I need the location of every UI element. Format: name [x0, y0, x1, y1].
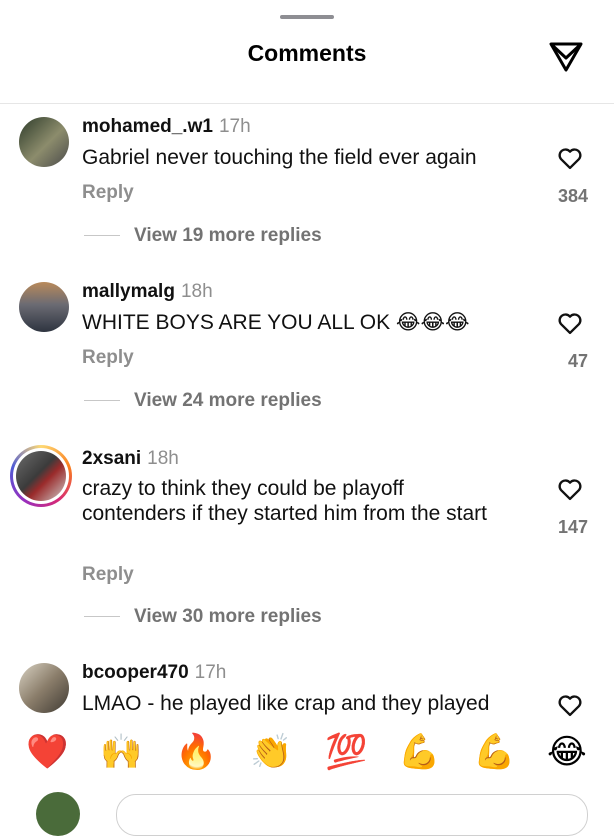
send-icon [549, 42, 583, 72]
comment-item: bcooper470 17h LMAO - he played like crap… [0, 658, 614, 718]
comment-time: 18h [180, 281, 213, 302]
username-text[interactable]: mallymalg [82, 281, 175, 302]
reply-button[interactable]: Reply [82, 347, 134, 369]
avatar[interactable] [19, 663, 69, 713]
hundred-points-emoji-icon[interactable]: 💯 [325, 732, 367, 772]
comment-text: Gabriel never touching the field ever ag… [82, 146, 477, 169]
heart-icon[interactable] [556, 144, 584, 172]
page-title: Comments [247, 40, 367, 66]
comment-text: WHITE BOYS ARE YOU ALL OK 😂😂😂 [82, 311, 470, 334]
like-count: 384 [557, 186, 588, 206]
comment-input[interactable] [116, 794, 588, 836]
avatar[interactable] [19, 282, 69, 332]
avatar-ring-gap [13, 448, 69, 504]
clapping-hands-emoji-icon[interactable]: 👏 [250, 732, 292, 772]
heart-icon[interactable] [556, 691, 584, 718]
view-more-replies[interactable]: View 19 more replies [84, 225, 322, 247]
comment-text: crazy to think they could be playoff con… [82, 477, 488, 525]
view-more-replies[interactable]: View 24 more replies [84, 390, 322, 412]
comment-text: LMAO - he played like crap and they play… [82, 692, 490, 715]
composer-avatar [36, 792, 80, 836]
avatar-with-story-ring[interactable] [10, 445, 72, 507]
view-more-replies-label[interactable]: View 19 more replies [134, 225, 322, 246]
like-count: 47 [567, 351, 588, 371]
view-more-replies-label[interactable]: View 24 more replies [134, 390, 322, 411]
drag-handle[interactable] [280, 15, 334, 19]
reply-thread-line [84, 235, 120, 237]
username-text[interactable]: bcooper470 [82, 662, 189, 683]
heart-icon[interactable] [556, 309, 584, 337]
avatar [16, 451, 66, 501]
flexed-biceps-emoji-icon[interactable]: 💪 [398, 732, 440, 772]
reply-thread-line [84, 616, 120, 618]
heart-icon[interactable] [556, 475, 584, 503]
flexed-biceps-emoji-icon[interactable]: 💪 [473, 732, 515, 772]
tears-of-joy-emoji-icon[interactable]: 😂 [547, 732, 587, 772]
comment-time: 17h [194, 662, 227, 683]
username-text[interactable]: mohamed_.w1 [82, 116, 213, 137]
comment-username[interactable]: 2xsani 18h [82, 448, 179, 470]
avatar[interactable] [19, 117, 69, 167]
view-more-replies-label[interactable]: View 30 more replies [134, 606, 322, 627]
header-divider [0, 103, 614, 104]
comment-username[interactable]: mohamed_.w1 17h [82, 116, 251, 138]
reply-button[interactable]: Reply [82, 564, 134, 586]
reply-thread-line [84, 400, 120, 402]
username-text[interactable]: 2xsani [82, 448, 141, 469]
comment-time: 17h [218, 116, 251, 137]
comment-time: 18h [147, 448, 179, 469]
view-more-replies[interactable]: View 30 more replies [84, 606, 322, 628]
share-button[interactable] [546, 36, 586, 76]
raising-hands-emoji-icon[interactable]: 🙌 [100, 732, 142, 772]
fire-emoji-icon[interactable]: 🔥 [175, 732, 217, 772]
emoji-reaction-bar: ❤️ 🙌 🔥 👏 💯 💪 💪 😂 [0, 718, 614, 788]
comments-header: Comments [0, 0, 614, 104]
like-count: 147 [557, 517, 588, 537]
reply-button[interactable]: Reply [82, 182, 134, 204]
comment-username[interactable]: bcooper470 17h [82, 662, 226, 684]
comment-username[interactable]: mallymalg 18h [82, 281, 213, 303]
red-heart-emoji-icon[interactable]: ❤️ [26, 732, 68, 772]
